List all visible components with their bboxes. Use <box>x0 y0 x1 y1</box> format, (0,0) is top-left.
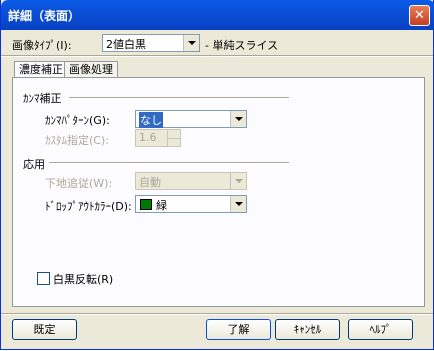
tab-label: 画像処理 <box>69 63 113 76</box>
close-icon: ✕ <box>414 8 425 23</box>
tab-image-processing[interactable]: 画像処理 <box>64 61 118 78</box>
invert-label[interactable]: 白黒反転(R) <box>53 271 113 287</box>
image-type-label: 画像ﾀｲﾌﾟ(I): <box>12 39 72 52</box>
background-follow-select[interactable]: 自動 <box>135 172 247 190</box>
chevron-down-icon[interactable] <box>230 196 246 212</box>
header-divider <box>1 55 433 57</box>
ok-button[interactable]: 了解 <box>206 319 271 340</box>
gamma-section-title: ｶﾝﾏ補正 <box>23 92 62 105</box>
gamma-pattern-label: ｶﾝﾏﾊﾟﾀｰﾝ(G): <box>45 114 110 127</box>
footer-divider <box>1 313 433 315</box>
color-swatch-icon <box>140 199 152 210</box>
custom-gamma-value: 1.6 <box>139 131 157 144</box>
help-button[interactable]: ﾍﾙﾌﾟ <box>348 319 413 340</box>
spin-down-icon[interactable] <box>167 138 180 146</box>
tab-panel: ｶﾝﾏ補正 ｶﾝﾏﾊﾟﾀｰﾝ(G): なし ｶｽﾀﾑ指定(C): 1.6 応用 … <box>12 77 425 307</box>
dropout-color-label: ﾄﾞﾛｯﾌﾟｱｳﾄｶﾗｰ(D): <box>45 200 132 213</box>
chevron-down-icon[interactable] <box>183 35 199 51</box>
custom-gamma-label: ｶｽﾀﾑ指定(C): <box>45 134 109 147</box>
dropout-color-value: 緑 <box>156 199 167 212</box>
dropout-color-select[interactable]: 緑 <box>135 195 247 213</box>
background-follow-label: 下地追従(W): <box>45 177 113 190</box>
title-bar: 詳細（表面） ✕ <box>1 0 434 30</box>
invert-checkbox[interactable] <box>37 272 50 285</box>
gamma-pattern-value: なし <box>139 112 163 128</box>
default-button[interactable]: 既定 <box>12 319 77 340</box>
custom-gamma-spinner[interactable]: 1.6 <box>135 129 181 147</box>
details-dialog: 詳細（表面） ✕ 画像ﾀｲﾌﾟ(I): 2値白黒 - 単純スライス 濃度補正 画… <box>0 0 434 350</box>
image-type-value: 2値白黒 <box>106 38 146 51</box>
chevron-down-icon[interactable] <box>230 111 246 127</box>
tab-label: 濃度補正 <box>19 63 63 76</box>
gamma-pattern-select[interactable]: なし <box>135 110 247 128</box>
close-button[interactable]: ✕ <box>409 5 430 26</box>
window-title: 詳細（表面） <box>8 9 81 23</box>
image-type-description: - 単純スライス <box>205 39 279 52</box>
applied-divider <box>49 162 289 164</box>
applied-section-title: 応用 <box>23 158 45 171</box>
gamma-divider <box>69 97 289 99</box>
background-follow-value: 自動 <box>139 176 161 189</box>
cancel-button[interactable]: ｷｬﾝｾﾙ <box>275 319 340 340</box>
chevron-down-icon[interactable] <box>230 173 246 189</box>
image-type-select[interactable]: 2値白黒 <box>102 34 200 52</box>
